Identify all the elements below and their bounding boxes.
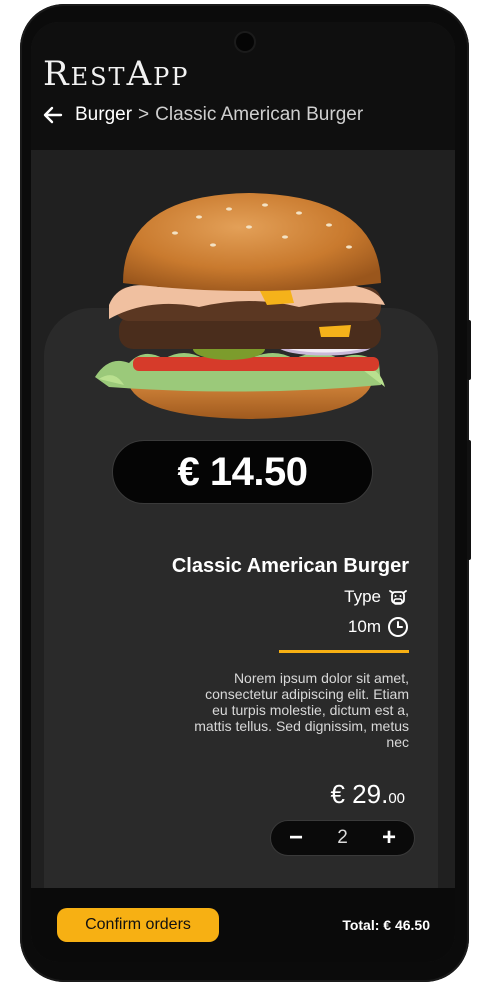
quantity-stepper: − 2 +: [270, 820, 415, 856]
accent-divider: [279, 650, 409, 653]
app-header: RestApp Burger > Classic American Burger: [31, 22, 455, 150]
app-logo: RestApp: [43, 54, 190, 94]
product-prep-time: 10m: [348, 616, 409, 638]
arrow-left-icon[interactable]: [43, 105, 63, 125]
time-label: 10m: [347, 617, 381, 636]
product-type: Type: [344, 586, 409, 608]
order-total: Total: € 46.50: [342, 917, 430, 933]
power-button: [467, 440, 471, 560]
burger-image: [95, 193, 385, 419]
volume-button: [467, 320, 471, 380]
line-price-main: € 29.: [330, 779, 389, 809]
app-screen: RestApp Burger > Classic American Burger: [31, 22, 455, 962]
cow-icon: [387, 586, 409, 608]
increment-button[interactable]: +: [378, 824, 400, 852]
decrement-button[interactable]: −: [285, 824, 307, 852]
clock-icon: [387, 616, 409, 638]
confirm-orders-button[interactable]: Confirm orders: [57, 908, 219, 942]
product-description: Norem ipsum dolor sit amet, consectetur …: [194, 670, 409, 750]
breadcrumb-current: Classic American Burger: [155, 104, 364, 125]
product-title: Classic American Burger: [171, 555, 409, 577]
camera-notch: [236, 33, 254, 51]
breadcrumb-category[interactable]: Burger: [75, 104, 132, 126]
breadcrumb-separator: >: [138, 104, 150, 125]
type-label: Type: [344, 587, 381, 606]
price-badge: € 14.50: [112, 440, 373, 504]
quantity-value: 2: [337, 827, 348, 848]
line-price-cents: 00: [388, 790, 405, 807]
breadcrumb: Burger > Classic American Burger: [43, 104, 363, 126]
order-footer: Confirm orders Total: € 46.50: [31, 888, 455, 962]
line-price: € 29.00: [330, 779, 405, 810]
